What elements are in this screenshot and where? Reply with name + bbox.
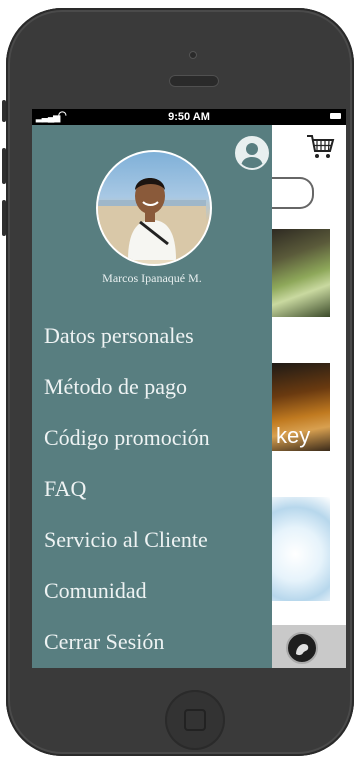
app-logo-icon[interactable] bbox=[286, 632, 318, 664]
menu-item-faq[interactable]: FAQ bbox=[44, 474, 210, 525]
menu-item-servicio-al-cliente[interactable]: Servicio al Cliente bbox=[44, 525, 210, 576]
volume-up-button bbox=[2, 148, 6, 184]
status-bar: ▂▃▄▅ ◠ 9:50 AM bbox=[32, 109, 346, 125]
earpiece-speaker bbox=[169, 75, 219, 87]
drink-tile-whiskey[interactable]: key bbox=[272, 363, 330, 451]
drink-tile-ice[interactable] bbox=[272, 497, 330, 601]
app-logo-glyph-icon bbox=[296, 644, 309, 656]
side-drawer: Marcos Ipanaqué M. Datos personales Méto… bbox=[32, 125, 272, 668]
person-glyph-icon bbox=[241, 143, 263, 168]
menu-item-datos-personales[interactable]: Datos personales bbox=[44, 321, 210, 372]
menu-item-comunidad[interactable]: Comunidad bbox=[44, 576, 210, 627]
mute-switch bbox=[2, 100, 6, 122]
phone-screen: ▂▃▄▅ ◠ 9:50 AM key Marcos Ipanaqué M. Da… bbox=[32, 109, 346, 668]
bottom-bar bbox=[272, 625, 346, 668]
home-square-icon bbox=[184, 709, 206, 731]
home-button[interactable] bbox=[165, 690, 225, 750]
tile-label: key bbox=[276, 423, 311, 448]
avatar-photo bbox=[98, 178, 206, 260]
menu-item-codigo-promocion[interactable]: Código promoción bbox=[44, 423, 210, 474]
volume-down-button bbox=[2, 200, 6, 236]
battery-icon bbox=[330, 113, 341, 119]
menu-item-metodo-de-pago[interactable]: Método de pago bbox=[44, 372, 210, 423]
front-camera bbox=[189, 51, 197, 59]
drink-tile-mojito[interactable] bbox=[272, 229, 330, 317]
shopping-cart-icon[interactable] bbox=[305, 131, 335, 161]
person-silhouette-icon[interactable] bbox=[235, 136, 269, 170]
drawer-menu: Datos personales Método de pago Código p… bbox=[44, 321, 210, 668]
search-input[interactable] bbox=[272, 177, 314, 209]
status-time: 9:50 AM bbox=[168, 111, 210, 123]
user-name: Marcos Ipanaqué M. bbox=[102, 271, 202, 285]
avatar[interactable] bbox=[96, 150, 212, 266]
main-content: key bbox=[272, 125, 346, 668]
menu-item-cerrar-sesion[interactable]: Cerrar Sesión bbox=[44, 627, 210, 668]
